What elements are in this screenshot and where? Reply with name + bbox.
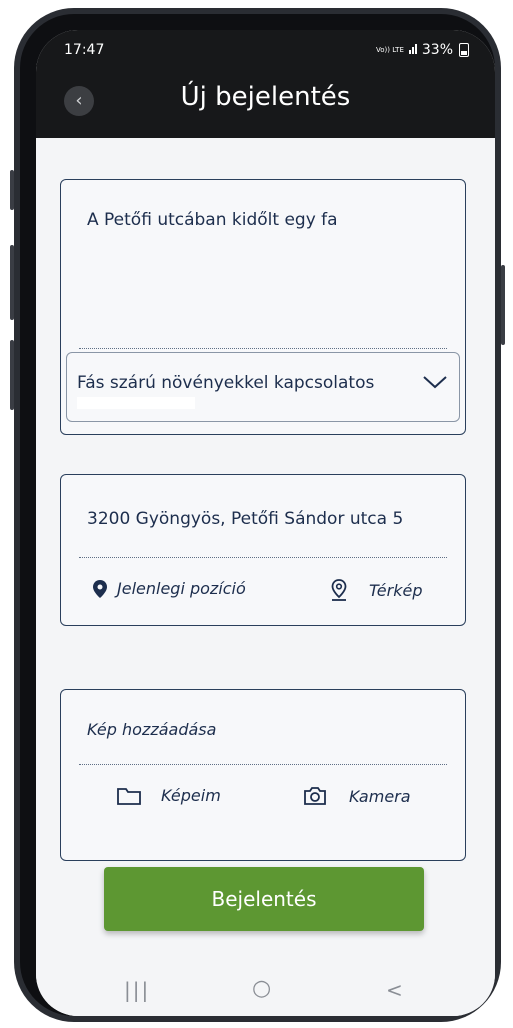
status-bar-right: Vo)) LTE 33%	[376, 42, 469, 58]
description-input[interactable]: A Petőfi utcában kidőlt egy fa	[87, 210, 338, 230]
phone-side-button	[501, 265, 505, 345]
location-card: 3200 Gyöngyös, Petőfi Sándor utca 5 Jele…	[60, 474, 466, 626]
divider	[79, 557, 447, 558]
divider	[79, 764, 447, 765]
picture-card: Kép hozzáadása Képeim Kamera	[60, 689, 466, 861]
category-select[interactable]: Fás szárú növényekkel kapcsolatos	[66, 352, 460, 422]
gallery-button[interactable]: Képeim	[117, 786, 221, 805]
phone-side-button	[10, 340, 14, 410]
address-input[interactable]: 3200 Gyöngyös, Petőfi Sándor utca 5	[87, 509, 447, 529]
phone-side-button	[10, 170, 14, 210]
camera-icon	[304, 787, 326, 805]
app-screen: 17:47 Vo)) LTE 33% ‹ Új bejelentés A Pet…	[36, 30, 495, 1016]
submit-button[interactable]: Bejelentés	[104, 867, 424, 931]
current-position-label: Jelenlegi pozíció	[117, 579, 246, 598]
folder-icon	[117, 787, 141, 805]
camera-label: Kamera	[349, 786, 411, 806]
home-icon[interactable]: ○	[252, 976, 271, 1001]
status-time: 17:47	[64, 42, 105, 58]
recents-icon[interactable]: |||	[124, 978, 150, 1002]
location-pin-icon	[93, 579, 107, 598]
camera-button[interactable]: Kamera	[303, 786, 411, 806]
map-label: Térkép	[369, 580, 423, 600]
gallery-label: Képeim	[161, 786, 221, 805]
page-title: Új bejelentés	[180, 82, 351, 112]
current-position-button[interactable]: Jelenlegi pozíció	[93, 579, 246, 598]
chevron-down-icon	[423, 376, 447, 389]
signal-icon	[408, 42, 418, 58]
system-nav-bar: ||| ○ <	[36, 964, 495, 1016]
description-card: A Petőfi utcában kidőlt egy fa Fás szárú…	[60, 179, 466, 435]
map-pin-icon	[331, 579, 347, 601]
back-nav-icon[interactable]: <	[386, 978, 403, 1002]
battery-text: 33%	[421, 42, 453, 58]
phone-side-button	[10, 245, 14, 320]
divider	[79, 348, 447, 349]
battery-icon	[459, 43, 469, 57]
app-header: 17:47 Vo)) LTE 33% ‹ Új bejelentés	[36, 30, 495, 138]
network-indicator: Vo)) LTE	[376, 45, 404, 54]
overlay-strip	[77, 397, 195, 409]
map-button[interactable]: Térkép	[331, 579, 422, 601]
category-value: Fás szárú növényekkel kapcsolatos	[77, 373, 375, 393]
add-picture-label: Kép hozzáadása	[87, 720, 217, 739]
